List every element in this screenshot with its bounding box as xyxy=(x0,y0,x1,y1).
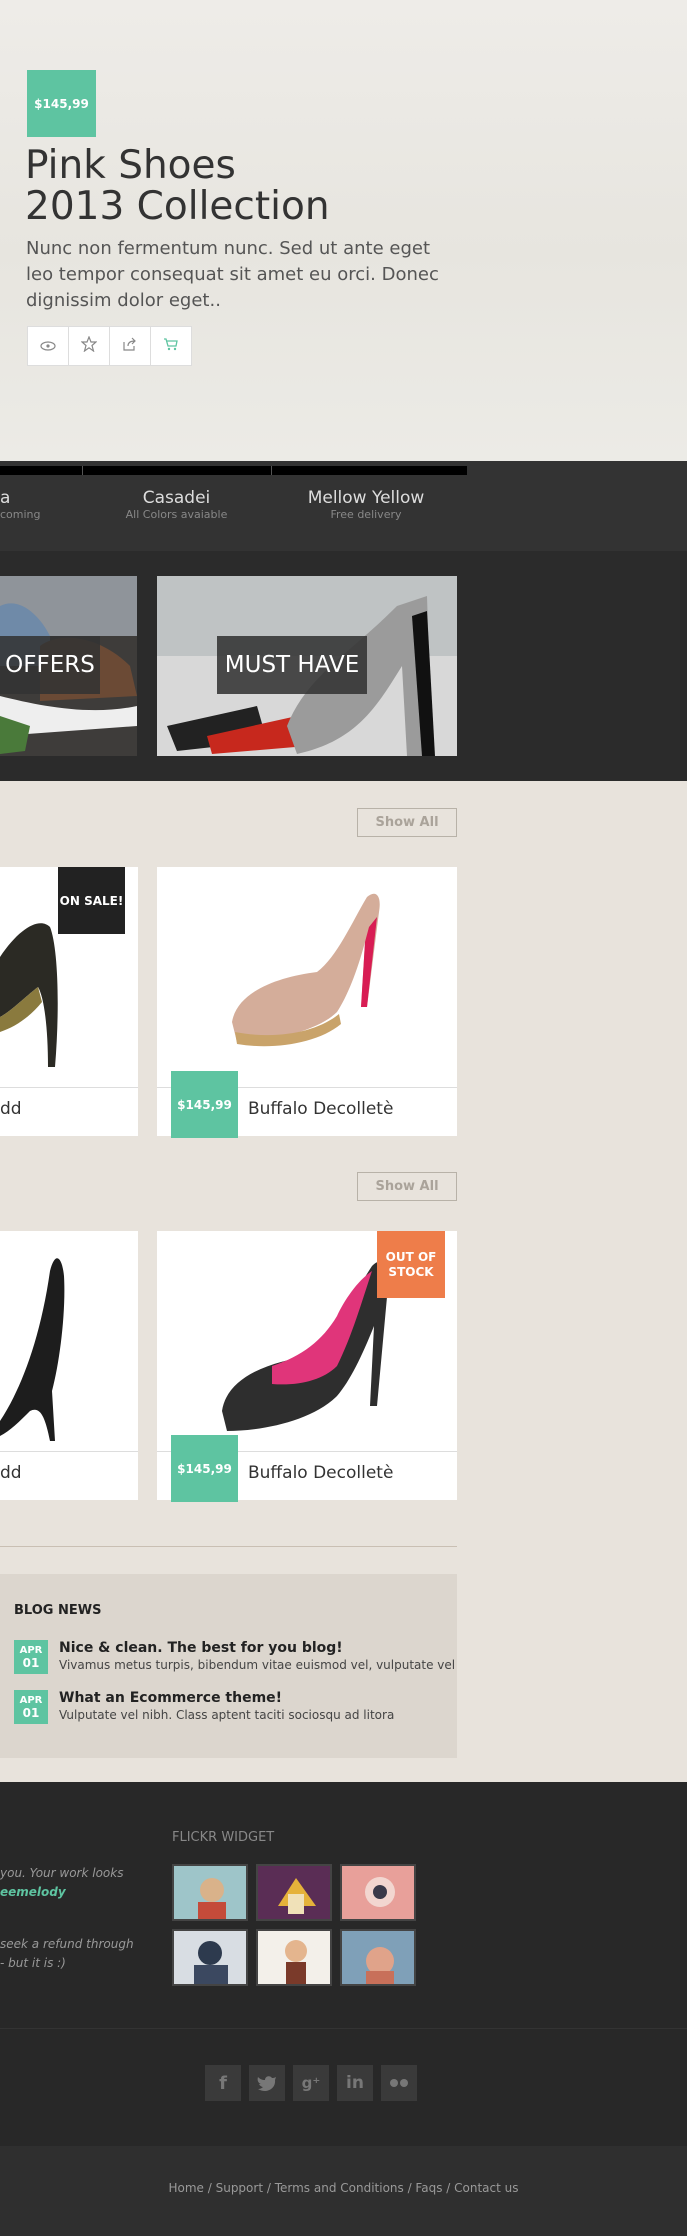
slider-tab-title: Mellow Yellow xyxy=(307,488,425,508)
product-card[interactable]: ON SALE! dd xyxy=(0,867,138,1136)
promo-offers[interactable]: OFFERS xyxy=(0,576,137,756)
flickr-heading: FLICKR WIDGET xyxy=(172,1830,275,1845)
flickr-thumbnail[interactable] xyxy=(172,1929,248,1986)
testimonial-text: - but it is :) xyxy=(0,1956,66,1970)
testimonial-text: you. Your work looks xyxy=(0,1866,124,1880)
product-card[interactable]: dd xyxy=(0,1231,138,1500)
product-name[interactable]: dd xyxy=(0,1463,22,1483)
star-icon xyxy=(80,335,98,356)
promo-label: OFFERS xyxy=(0,636,100,694)
product-card[interactable]: $145,99 Buffalo Decolletè xyxy=(157,867,457,1138)
wishlist-button[interactable] xyxy=(68,326,110,366)
section-divider xyxy=(0,1546,457,1547)
show-all-button[interactable]: Show All xyxy=(357,1172,457,1201)
testimonial-author[interactable]: eemelody xyxy=(0,1883,123,1902)
view-icon xyxy=(40,337,56,355)
hero-description: Nunc non fermentum nunc. Sed ut ante ege… xyxy=(26,238,439,311)
product-image xyxy=(222,1261,389,1431)
product-name[interactable]: Buffalo Decolletè xyxy=(248,1099,393,1119)
slider-tab-1[interactable]: a coming xyxy=(0,488,60,521)
show-all-button[interactable]: Show All xyxy=(357,808,457,837)
blog-post-excerpt: Vulputate vel nibh. Class aptent taciti … xyxy=(59,1708,395,1722)
slider-tab-subtitle: coming xyxy=(0,508,41,521)
slider-tab-3[interactable]: Mellow Yellow Free delivery xyxy=(271,488,461,521)
slider-tab-subtitle: All Colors avaiable xyxy=(125,508,228,521)
promo-must-have[interactable]: MUST HAVE xyxy=(157,576,457,756)
hero-banner xyxy=(0,0,687,461)
product-name[interactable]: Buffalo Decolletè xyxy=(248,1463,393,1483)
product-image xyxy=(0,1258,65,1441)
flickr-thumbnail[interactable] xyxy=(172,1864,248,1921)
hero-title: Pink Shoes 2013 Collection xyxy=(25,145,425,227)
on-sale-badge: ON SALE! xyxy=(58,867,125,934)
slider-tab-separator xyxy=(82,466,83,475)
flickr-thumbnail[interactable] xyxy=(340,1929,416,1986)
testimonial: seek a refund through - but it is :) xyxy=(0,1935,134,1973)
hero-title-line2: 2013 Collection xyxy=(25,184,330,229)
product-price-badge: $145,99 xyxy=(171,1435,238,1502)
cart-icon xyxy=(163,337,179,355)
facebook-icon[interactable]: f xyxy=(205,2065,241,2101)
slider-tab-title: Casadei xyxy=(142,488,211,508)
share-icon xyxy=(122,337,138,355)
hero-title-line1: Pink Shoes xyxy=(25,143,236,188)
footer-links[interactable]: Home / Support / Terms and Conditions / … xyxy=(0,2181,687,2195)
testimonial: you. Your work looks eemelody xyxy=(0,1864,123,1902)
google-plus-icon[interactable]: g⁺ xyxy=(293,2065,329,2101)
slider-progress-bar xyxy=(0,466,467,475)
blog-date-badge: APR 01 xyxy=(14,1640,48,1674)
promo-label: MUST HAVE xyxy=(217,636,367,694)
blog-post-excerpt: Vivamus metus turpis, bibendum vitae eui… xyxy=(59,1658,456,1672)
card-divider xyxy=(0,1451,138,1452)
share-button[interactable] xyxy=(109,326,151,366)
flickr-thumbnail[interactable] xyxy=(256,1864,332,1921)
out-of-stock-badge: OUT OF STOCK xyxy=(377,1231,445,1298)
flickr-icon[interactable] xyxy=(381,2065,417,2101)
card-divider xyxy=(0,1087,138,1088)
view-button[interactable] xyxy=(27,326,69,366)
blog-date-day: 01 xyxy=(22,1706,40,1720)
product-card[interactable]: OUT OF STOCK $145,99 Buffalo Decolletè xyxy=(157,1231,457,1502)
product-price-badge: $145,99 xyxy=(171,1071,238,1138)
add-to-cart-button[interactable] xyxy=(150,326,192,366)
blog-heading: BLOG NEWS xyxy=(14,1603,102,1618)
flickr-thumbnail[interactable] xyxy=(340,1864,416,1921)
blog-post-title[interactable]: Nice & clean. The best for you blog! xyxy=(59,1640,343,1656)
product-image xyxy=(232,893,380,1047)
testimonial-text: seek a refund through xyxy=(0,1937,134,1951)
slider-tab-2[interactable]: Casadei All Colors avaiable xyxy=(82,488,271,521)
footer-divider xyxy=(0,2028,687,2029)
linkedin-icon[interactable]: in xyxy=(337,2065,373,2101)
slider-tab-separator xyxy=(271,466,272,475)
slider-tab-subtitle: Free delivery xyxy=(330,508,402,521)
flickr-thumbnail[interactable] xyxy=(256,1929,332,1986)
blog-date-day: 01 xyxy=(22,1656,40,1670)
blog-date-badge: APR 01 xyxy=(14,1690,48,1724)
product-name[interactable]: dd xyxy=(0,1099,22,1119)
hero-price-badge: $145,99 xyxy=(27,70,96,137)
twitter-icon[interactable] xyxy=(249,2065,285,2101)
blog-post-title[interactable]: What an Ecommerce theme! xyxy=(59,1690,282,1706)
slider-tab-title: a xyxy=(0,488,11,508)
